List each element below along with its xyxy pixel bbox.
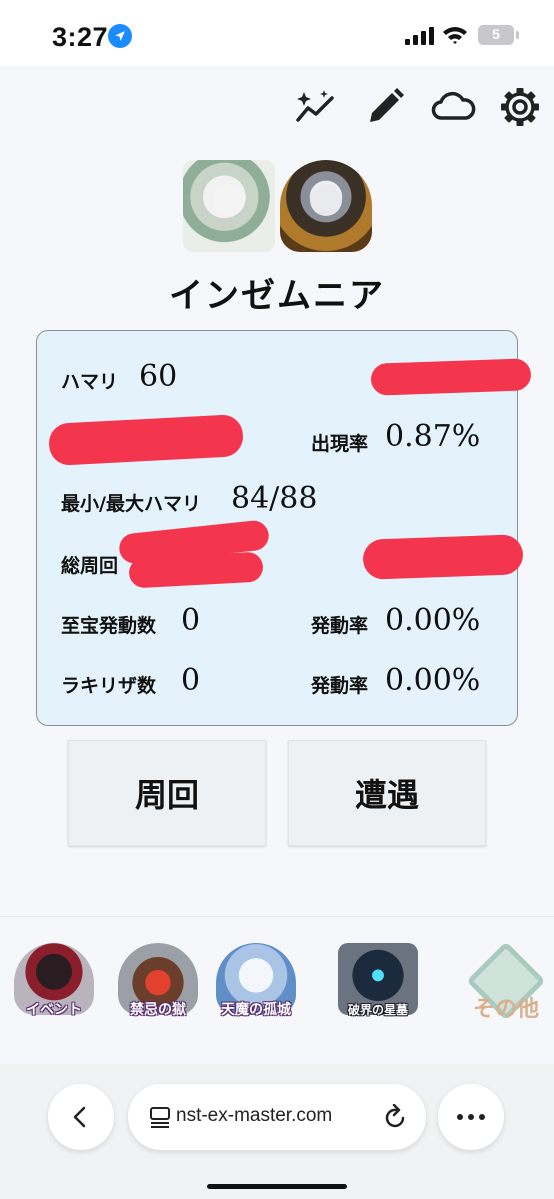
cloud-icon[interactable] (430, 86, 476, 128)
status-time: 3:27 (52, 22, 109, 52)
rakirisa-count-label: ラキリザ数 (61, 675, 157, 697)
nav-item-hakai-grave[interactable]: 破界の星墓 (330, 939, 426, 1035)
bottom-nav: イベント 禁忌の獄 天魔の孤城 破界の星墓 その他 (0, 916, 554, 1064)
home-indicator[interactable] (207, 1184, 347, 1189)
address-bar[interactable]: nst-ex-master.com (128, 1084, 426, 1150)
avatar-face (213, 184, 245, 216)
chevron-left-icon (73, 1106, 86, 1128)
lap-button[interactable]: 周回 (68, 740, 266, 846)
location-arrow-icon (108, 24, 132, 48)
wifi-icon (442, 25, 468, 45)
hamari-label: ハマリ (61, 371, 119, 393)
redaction-mark (48, 413, 244, 467)
back-button[interactable] (48, 1084, 114, 1150)
redaction-mark (362, 534, 524, 580)
encounter-button[interactable]: 遭遇 (288, 740, 486, 846)
character-avatar-form1 (183, 160, 275, 252)
nav-item-event[interactable]: イベント (6, 939, 102, 1035)
nav-item-other[interactable]: その他 (458, 939, 554, 1035)
reader-icon[interactable] (150, 1106, 172, 1128)
gear-icon[interactable] (499, 86, 541, 128)
hamari-value: 60 (139, 359, 178, 394)
rakirisa-count-value: 0 (181, 663, 201, 698)
battery-icon: 5 (478, 25, 514, 45)
sparkle-chart-icon[interactable] (294, 86, 336, 128)
nav-label-forbidden-prison: 禁忌の獄 (130, 1002, 186, 1018)
nav-label-hakai-grave: 破界の星墓 (347, 1003, 408, 1017)
url-text: nst-ex-master.com (176, 1105, 333, 1126)
more-options-button[interactable] (438, 1084, 504, 1150)
nav-label-other: その他 (472, 997, 539, 1022)
rakirisa-rate-label: 発動率 (311, 675, 369, 697)
appearance-rate-value: 0.87% (385, 419, 481, 454)
character-avatar-form2 (280, 160, 372, 252)
reload-icon[interactable] (384, 1104, 408, 1130)
shihou-count-value: 0 (181, 603, 201, 638)
cellular-signal-icon (405, 27, 435, 45)
pencil-icon[interactable] (364, 86, 406, 128)
shihou-rate-value: 0.00% (385, 603, 481, 638)
minmax-hamari-value: 84/88 (231, 481, 318, 516)
nav-label-event: イベント (26, 1002, 82, 1018)
nav-item-forbidden-prison[interactable]: 禁忌の獄 (110, 939, 206, 1035)
status-bar: 3:27 5 (0, 0, 554, 66)
battery-cap (516, 31, 519, 39)
total-laps-label: 総周回 (61, 555, 119, 577)
minmax-hamari-label: 最小/最大ハマリ (61, 493, 201, 515)
redaction-mark (370, 358, 532, 396)
avatar-face (310, 184, 342, 216)
battery-level: 5 (492, 26, 500, 42)
stats-card: ハマリ 60 出現率 0.87% 最小/最大ハマリ 84/88 総周回 至宝発動… (36, 330, 532, 726)
appearance-rate-label: 出現率 (311, 433, 369, 455)
redaction-mark (128, 551, 264, 589)
browser-toolbar: nst-ex-master.com (0, 1064, 554, 1199)
character-name: インゼムニア (169, 276, 385, 316)
shihou-count-label: 至宝発動数 (61, 615, 157, 637)
more-dots-icon (457, 1114, 485, 1120)
nav-item-tenma-castle[interactable]: 天魔の孤城 (208, 939, 304, 1035)
nav-label-tenma-castle: 天魔の孤城 (221, 1002, 291, 1018)
rakirisa-rate-value: 0.00% (385, 663, 481, 698)
shihou-rate-label: 発動率 (311, 615, 369, 637)
